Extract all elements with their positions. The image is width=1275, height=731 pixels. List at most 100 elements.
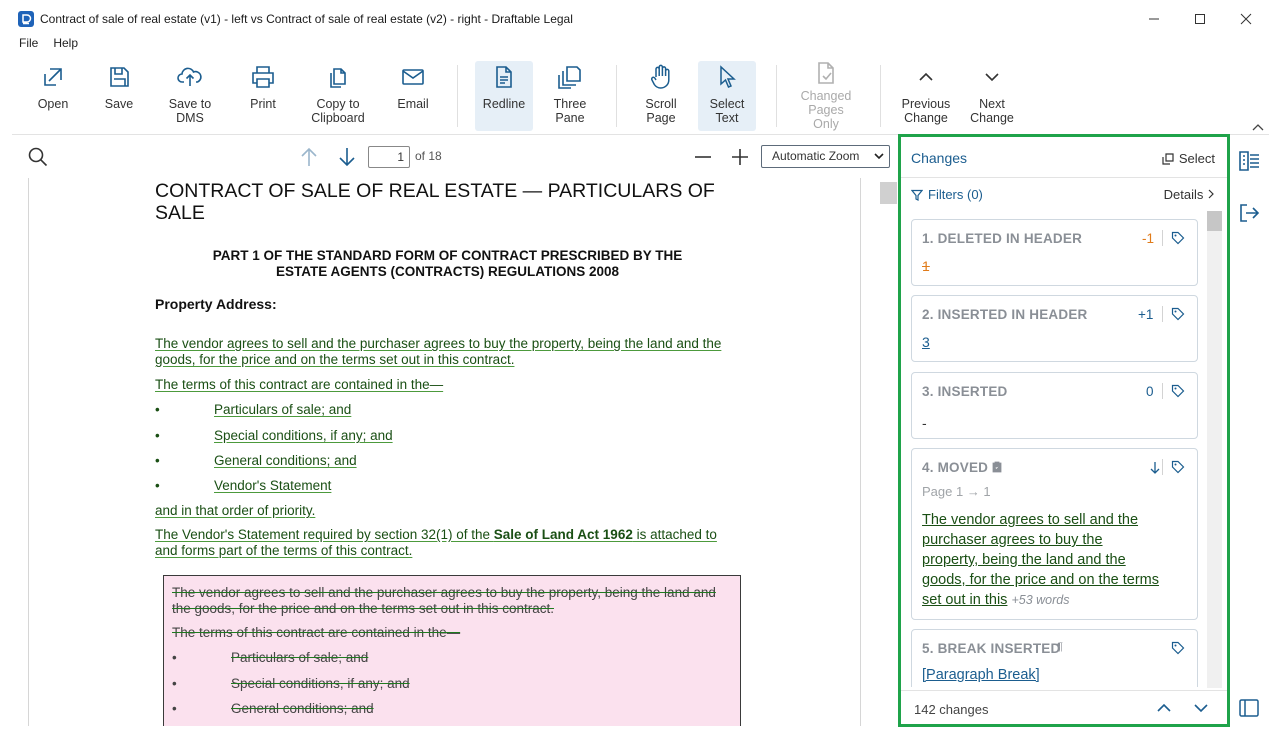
right-icon-rail [1230,137,1269,726]
menu-file[interactable]: File [19,36,38,50]
page-edge [28,178,29,726]
changes-header: Changes Select [901,137,1227,178]
three-pane-label-1: Three [553,97,587,111]
filters-button[interactable]: Filters (0) [911,187,983,202]
deleted-text: Particulars of sale; and [231,650,369,665]
search-icon[interactable] [28,147,48,167]
changes-scrollbar-thumb[interactable] [1207,211,1222,231]
previous-change-label-1: Previous [901,97,951,111]
email-label: Email [397,97,429,111]
document-viewer[interactable]: CONTRACT OF SALE OF REAL ESTATE — PARTIC… [12,178,897,726]
arrow-up-icon[interactable] [299,146,319,168]
three-pane-label-2: Pane [555,111,585,125]
inserted-paragraph: The vendor agrees to sell and the purcha… [155,336,740,368]
changes-scrollbar[interactable] [1207,211,1222,688]
change-card[interactable]: 3. INSERTED 0 - [911,372,1198,439]
deleted-text: General conditions; and [231,701,374,716]
tag-icon[interactable] [1171,460,1185,474]
save-button[interactable]: Save [100,61,138,131]
title-bar: Contract of sale of real estate (v1) - l… [12,5,1269,32]
previous-change-button[interactable]: Previous Change [898,61,954,131]
scroll-page-button[interactable]: Scroll Page [634,61,688,131]
filters-bar: Filters (0) Details [901,179,1227,209]
inserted-bullet: • Particulars of sale; and [155,402,351,418]
change-card[interactable]: 5. BREAK INSERTED ¶ [Paragraph Break] [911,629,1198,687]
chevron-up-icon [919,72,933,81]
divider [1162,306,1163,322]
bullet-marker: • [172,650,177,665]
changes-list-icon[interactable] [1237,149,1261,173]
changes-title: Changes [911,150,968,166]
copy-icon [330,68,346,88]
inserted-text: The Vendor's Statement required by secti… [155,527,494,542]
inserted-text: Particulars of sale; and [214,402,352,417]
change-card[interactable]: 1. DELETED IN HEADER -1 1 [911,219,1198,286]
document-heading: CONTRACT OF SALE OF REAL ESTATE — PARTIC… [155,180,715,224]
minimize-button[interactable] [1131,5,1177,32]
tag-icon[interactable] [1171,307,1185,321]
pilcrow-icon: ¶ [1057,641,1063,653]
exit-icon[interactable] [1238,202,1260,224]
deleted-text: The terms of this contract are contained… [172,625,461,640]
select-text-label-2: Text [715,111,739,125]
change-title: 1. DELETED IN HEADER [922,231,1083,246]
tag-icon[interactable] [1171,384,1185,398]
page-number-input[interactable]: 1 [368,146,410,168]
details-button[interactable]: Details [1164,187,1215,202]
moved-clipboard-icon [992,461,1002,473]
maximize-button[interactable] [1177,5,1223,32]
inserted-paragraph: The Vendor's Statement required by secti… [155,527,740,559]
inserted-text: and in that order of priority. [155,503,316,518]
chevron-down-icon [874,153,884,160]
bullet-marker: • [155,428,160,443]
arrow-down-icon[interactable] [1149,461,1161,475]
zoom-select[interactable]: Automatic Zoom [761,145,890,168]
changed-pages-only-button[interactable]: Changed Pages Only [794,61,858,131]
changes-footer: 142 changes [901,690,1227,724]
close-icon [1240,13,1252,24]
close-window-button[interactable] [1223,5,1269,32]
save-to-dms-button[interactable]: Save to DMS [165,61,215,131]
toolbar: Open Save Save to DMS Print Copy to Clip… [12,55,1269,135]
inserted-bullet: • General conditions; and [155,453,357,469]
paragraph-break-text: [Paragraph Break] [922,667,1040,683]
save-icon [110,67,129,87]
zoom-in-icon[interactable] [730,147,750,167]
collapse-ribbon-chevron-icon[interactable] [1251,122,1265,132]
moved-text-line: purchaser agrees to buy the [922,532,1103,548]
three-pane-button[interactable]: Three Pane [544,61,596,131]
next-change-button[interactable]: Next Change [966,61,1018,131]
arrow-down-icon[interactable] [337,146,357,168]
deleted-header-text: 1 [922,258,930,274]
deleted-bullet: • Special conditions, if any; and [172,676,737,692]
print-button[interactable]: Print [244,61,282,131]
minimize-icon [1149,18,1159,19]
sidebar-toggle-icon[interactable] [1239,699,1259,717]
inserted-text: Special conditions, if any; and [214,428,393,443]
bullet-marker: • [155,478,160,493]
select-button[interactable]: Select [1162,151,1215,166]
hand-icon [650,64,670,89]
change-card[interactable]: 4. MOVED Page 1 → 1 The vendor agrees to… [911,448,1198,620]
redline-button[interactable]: Redline [475,61,533,131]
tag-icon[interactable] [1171,641,1185,655]
cursor-arrow-icon [720,65,736,88]
part-heading-line-1: PART 1 OF THE STANDARD FORM OF CONTRACT … [212,248,683,263]
chevron-down-icon[interactable] [1193,701,1209,715]
open-button[interactable]: Open [32,61,74,131]
chevron-up-icon[interactable] [1156,701,1172,715]
select-text-button[interactable]: Select Text [698,61,756,131]
changes-count: 142 changes [914,702,989,717]
email-button[interactable]: Email [392,61,434,131]
changed-pages-icon [818,62,834,84]
copy-to-clipboard-button[interactable]: Copy to Clipboard [308,61,368,131]
change-card[interactable]: 2. INSERTED IN HEADER +1 3 [911,295,1198,362]
document-scrollbar-thumb[interactable] [880,182,897,204]
redline-label: Redline [482,97,526,111]
save-to-dms-label-2: DMS [176,111,204,125]
tag-icon[interactable] [1171,231,1185,245]
zoom-out-icon[interactable] [693,148,713,166]
menu-help[interactable]: Help [53,36,78,50]
open-icon [44,68,62,86]
previous-change-label-2: Change [904,111,948,125]
